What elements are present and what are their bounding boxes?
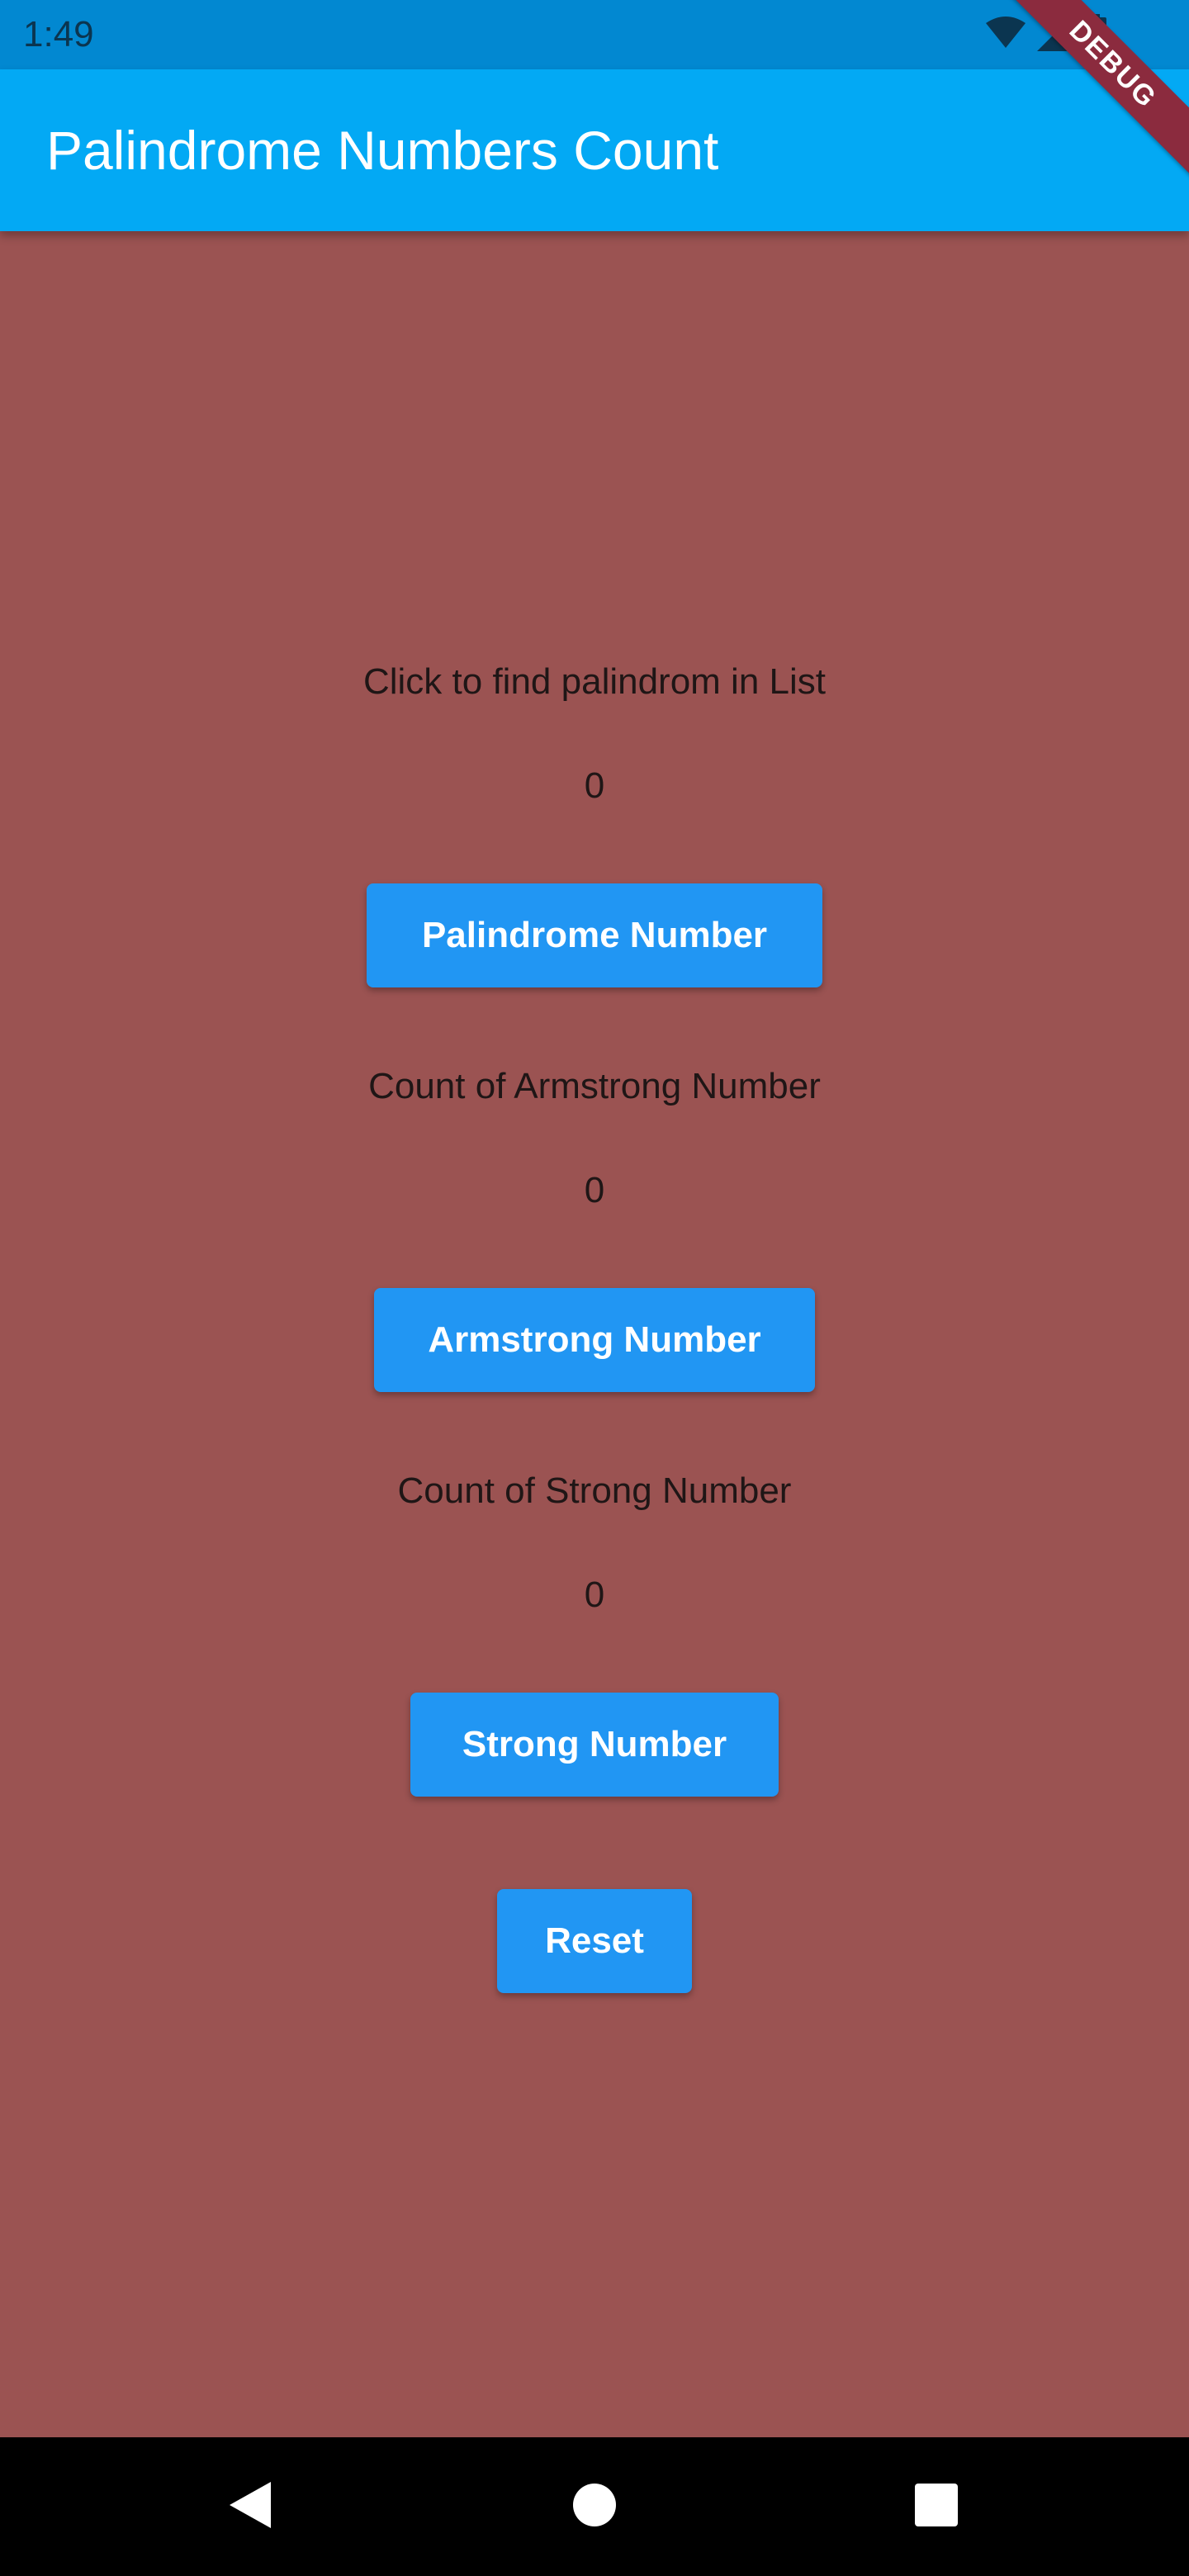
recents-icon: [913, 2482, 959, 2532]
strong-label: Count of Strong Number: [397, 1470, 792, 1511]
palindrome-number-button[interactable]: Palindrome Number: [367, 883, 822, 987]
home-button[interactable]: [528, 2437, 661, 2576]
page-title: Palindrome Numbers Count: [46, 120, 719, 181]
home-icon: [571, 2482, 618, 2532]
armstrong-count: 0: [584, 1170, 605, 1210]
reset-button[interactable]: Reset: [497, 1889, 692, 1993]
back-button[interactable]: [183, 2437, 315, 2576]
navigation-bar: [0, 2437, 1189, 2576]
palindrome-count: 0: [584, 765, 605, 806]
back-icon: [226, 2480, 272, 2534]
app-bar: Palindrome Numbers Count: [0, 69, 1189, 231]
strong-number-button[interactable]: Strong Number: [410, 1693, 779, 1797]
app-screen: 1:49 DEBUG Palindrome Numbers Count Clic…: [0, 0, 1189, 2576]
palindrome-label: Click to find palindrom in List: [362, 661, 826, 702]
armstrong-label: Count of Armstrong Number: [368, 1066, 821, 1106]
status-bar: 1:49: [0, 0, 1189, 69]
recents-button[interactable]: [870, 2437, 1002, 2576]
strong-count: 0: [584, 1574, 605, 1615]
wifi-icon: [986, 16, 1026, 54]
status-time: 1:49: [23, 14, 94, 54]
armstrong-number-button[interactable]: Armstrong Number: [374, 1288, 815, 1392]
